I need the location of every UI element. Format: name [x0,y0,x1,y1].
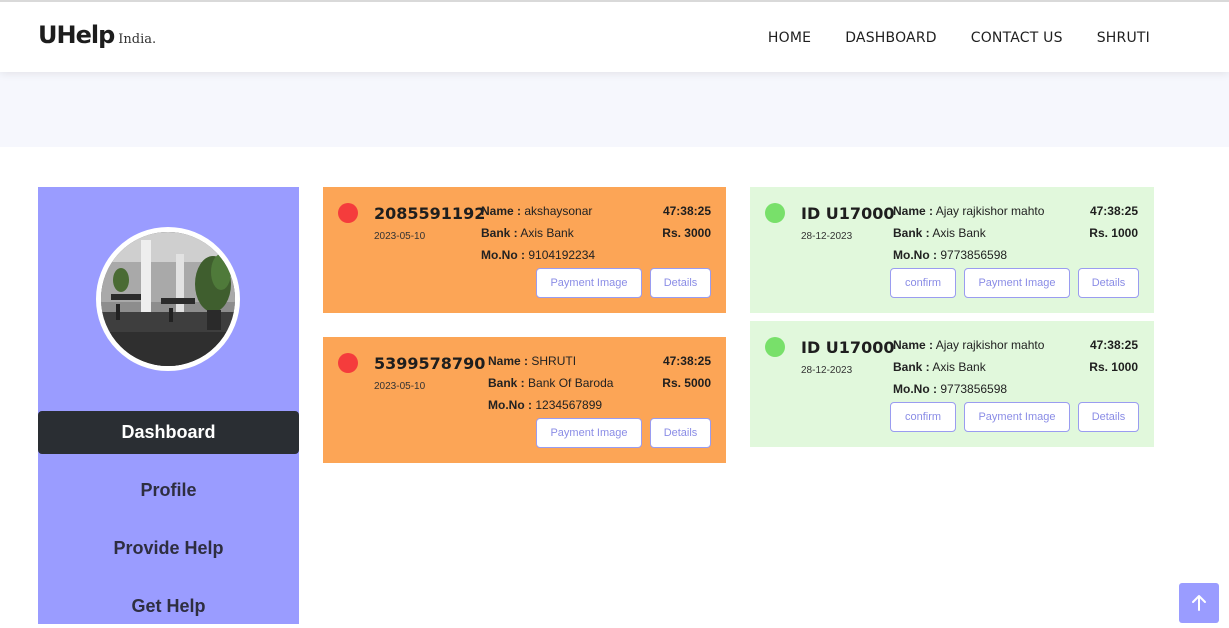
countdown-timer: 47:38:25 [1089,338,1138,352]
details-button[interactable]: Details [650,418,711,448]
bank-field: Bank : Bank Of Baroda [488,376,613,390]
card-date: 2023-05-10 [374,231,426,242]
bank-value: Bank Of Baroda [528,376,614,390]
bank-value: Axis Bank [932,226,986,240]
payment-image-button[interactable]: Payment Image [536,418,642,448]
bank-label: Bank : [488,376,525,390]
name-label: Name : [893,204,934,218]
amount: Rs. 3000 [662,226,711,240]
mobile-label: Mo.No : [893,382,937,396]
confirmed-help-card: ID U17000 28-12-2023 Name : Ajay rajkish… [750,187,1154,313]
name-value: SHRUTI [531,354,577,368]
sidebar-item-profile[interactable]: Profile [38,469,299,512]
name-label: Name : [481,204,522,218]
payment-image-button[interactable]: Payment Image [536,268,642,298]
confirm-button[interactable]: confirm [890,268,956,298]
bank-field: Bank : Axis Bank [893,360,986,374]
arrow-up-icon [1192,595,1206,611]
payment-image-button[interactable]: Payment Image [964,268,1070,298]
bank-field: Bank : Axis Bank [893,226,986,240]
mobile-field: Mo.No : 9773856598 [893,248,1007,262]
office-photo [101,232,235,366]
bank-label: Bank : [893,360,930,374]
name-field: Name : SHRUTI [488,354,576,368]
scroll-to-top-button[interactable] [1179,583,1219,623]
mobile-value: 9773856598 [940,248,1008,262]
pending-help-card: 2085591192 2023-05-10 Name : akshaysonar… [323,187,726,313]
card-date: 28-12-2023 [801,231,853,242]
nav-home[interactable]: HOME [768,30,811,46]
pending-help-card: 5399578790 2023-05-10 Name : SHRUTI Bank… [323,337,726,463]
confirmed-help-card: ID U17000 28-12-2023 Name : Ajay rajkish… [750,321,1154,447]
page-banner [0,72,1229,147]
nav-contact-us[interactable]: CONTACT US [971,30,1063,46]
bank-field: Bank : Axis Bank [481,226,574,240]
name-value: Ajay rajkishor mahto [935,204,1045,218]
card-id: ID U17000 [801,204,895,223]
amount: Rs. 1000 [1089,360,1138,374]
name-field: Name : akshaysonar [481,204,592,218]
name-field: Name : Ajay rajkishor mahto [893,204,1044,218]
name-field: Name : Ajay rajkishor mahto [893,338,1044,352]
status-dot-icon [338,353,358,373]
nav-dashboard[interactable]: DASHBOARD [845,30,937,46]
bank-label: Bank : [481,226,518,240]
name-label: Name : [893,338,934,352]
amount: Rs. 5000 [662,376,711,390]
countdown-timer: 47:38:25 [662,204,711,218]
sidebar: Dashboard Profile Provide Help Get Help [38,187,299,624]
card-id: 5399578790 [374,354,486,373]
bank-value: Axis Bank [520,226,574,240]
mobile-value: 9773856598 [940,382,1008,396]
mobile-label: Mo.No : [488,398,532,412]
countdown-timer: 47:38:25 [662,354,711,368]
main-nav: HOME DASHBOARD CONTACT US SHRUTI [768,30,1150,46]
card-id: 2085591192 [374,204,486,223]
sidebar-item-get-help[interactable]: Get Help [38,585,299,628]
name-label: Name : [488,354,529,368]
logo-main-text: UHelp [38,21,115,49]
avatar [96,227,240,371]
name-value: Ajay rajkishor mahto [935,338,1045,352]
mobile-field: Mo.No : 9104192234 [481,248,595,262]
status-dot-icon [765,337,785,357]
payment-image-button[interactable]: Payment Image [964,402,1070,432]
mobile-label: Mo.No : [893,248,937,262]
bank-label: Bank : [893,226,930,240]
bank-value: Axis Bank [932,360,986,374]
details-button[interactable]: Details [1078,268,1139,298]
mobile-value: 9104192234 [528,248,596,262]
countdown-timer: 47:38:25 [1089,204,1138,218]
confirm-button[interactable]: confirm [890,402,956,432]
nav-user-shruti[interactable]: SHRUTI [1097,30,1150,46]
details-button[interactable]: Details [1078,402,1139,432]
name-value: akshaysonar [524,204,593,218]
sidebar-item-provide-help[interactable]: Provide Help [38,527,299,570]
card-date: 2023-05-10 [374,381,426,392]
status-dot-icon [338,203,358,223]
status-dot-icon [765,203,785,223]
mobile-label: Mo.No : [481,248,525,262]
sidebar-item-dashboard[interactable]: Dashboard [38,411,299,454]
logo[interactable]: UHelp India. [38,21,156,49]
logo-sub-text: India. [118,32,157,47]
amount: Rs. 1000 [1089,226,1138,240]
mobile-field: Mo.No : 1234567899 [488,398,602,412]
card-date: 28-12-2023 [801,365,853,376]
mobile-field: Mo.No : 9773856598 [893,382,1007,396]
top-navbar: UHelp India. HOME DASHBOARD CONTACT US S… [0,0,1229,72]
mobile-value: 1234567899 [535,398,603,412]
card-id: ID U17000 [801,338,895,357]
details-button[interactable]: Details [650,268,711,298]
